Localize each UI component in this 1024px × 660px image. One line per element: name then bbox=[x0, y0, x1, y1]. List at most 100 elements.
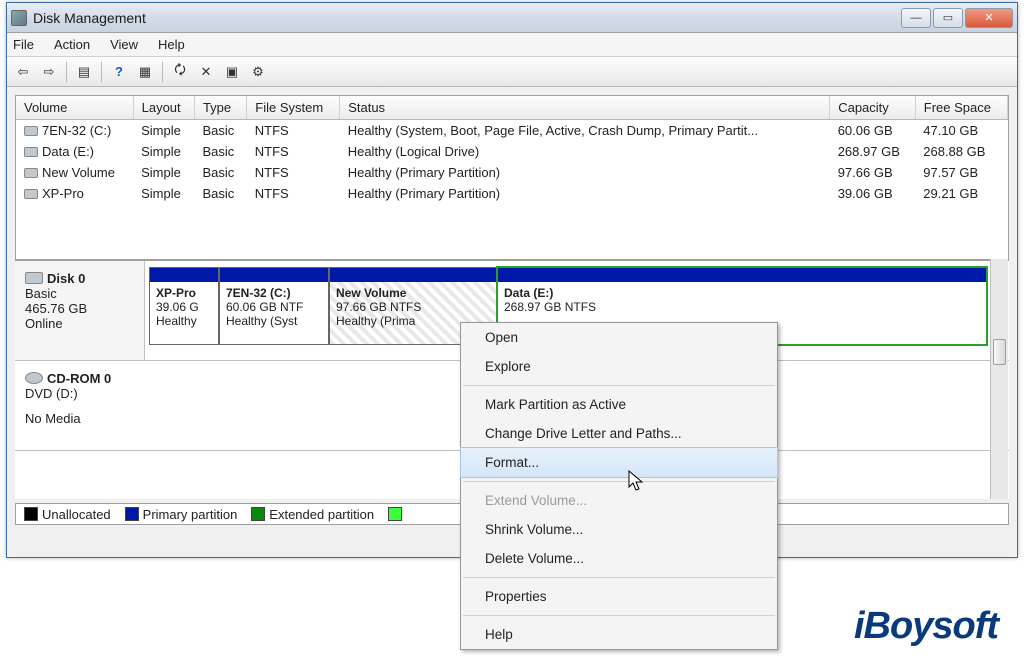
disk-icon bbox=[25, 272, 43, 284]
vol-capacity: 60.06 GB bbox=[830, 120, 916, 142]
col-layout[interactable]: Layout bbox=[133, 96, 194, 120]
panes-button[interactable]: ▤ bbox=[72, 60, 96, 84]
part-name: 7EN-32 (C:) bbox=[226, 286, 322, 300]
vol-type: Basic bbox=[194, 141, 246, 162]
partition-color-bar bbox=[498, 268, 986, 282]
vol-free: 47.10 GB bbox=[915, 120, 1007, 142]
vol-fs: NTFS bbox=[247, 141, 340, 162]
disk-size: 465.76 GB bbox=[25, 301, 134, 316]
menu-separator bbox=[463, 481, 775, 482]
delete-icon[interactable]: ✕ bbox=[194, 60, 218, 84]
help-icon[interactable]: ? bbox=[107, 60, 131, 84]
vol-free: 97.57 GB bbox=[915, 162, 1007, 183]
legend-unallocated: Unallocated bbox=[24, 507, 111, 522]
volume-icon bbox=[24, 168, 38, 178]
menu-file[interactable]: File bbox=[13, 37, 34, 52]
vol-capacity: 39.06 GB bbox=[830, 183, 916, 204]
menu-open[interactable]: Open bbox=[461, 323, 777, 352]
vol-name: Data (E:) bbox=[42, 144, 94, 159]
properties-icon[interactable]: ▣ bbox=[220, 60, 244, 84]
part-name: Data (E:) bbox=[504, 286, 980, 300]
vol-type: Basic bbox=[194, 162, 246, 183]
menu-mark-active[interactable]: Mark Partition as Active bbox=[461, 390, 777, 419]
window-title: Disk Management bbox=[33, 10, 901, 26]
vol-fs: NTFS bbox=[247, 120, 340, 142]
menu-separator bbox=[463, 615, 775, 616]
menu-change-letter[interactable]: Change Drive Letter and Paths... bbox=[461, 419, 777, 448]
volume-icon bbox=[24, 126, 38, 136]
menu-shrink[interactable]: Shrink Volume... bbox=[461, 515, 777, 544]
table-row[interactable]: New VolumeSimpleBasicNTFSHealthy (Primar… bbox=[16, 162, 1008, 183]
table-row[interactable]: Data (E:)SimpleBasicNTFSHealthy (Logical… bbox=[16, 141, 1008, 162]
vol-name: New Volume bbox=[42, 165, 115, 180]
titlebar[interactable]: Disk Management — ▭ ✕ bbox=[7, 3, 1017, 33]
scrollbar-thumb[interactable] bbox=[993, 339, 1006, 365]
logo-text: iBoysoft bbox=[854, 605, 998, 647]
menu-delete[interactable]: Delete Volume... bbox=[461, 544, 777, 573]
menu-action[interactable]: Action bbox=[54, 37, 90, 52]
table-row[interactable]: 7EN-32 (C:)SimpleBasicNTFSHealthy (Syste… bbox=[16, 120, 1008, 142]
partition-7en32-c[interactable]: 7EN-32 (C:) 60.06 GB NTF Healthy (Syst bbox=[219, 267, 329, 345]
context-menu: Open Explore Mark Partition as Active Ch… bbox=[460, 322, 778, 650]
col-status[interactable]: Status bbox=[340, 96, 830, 120]
disk-header[interactable]: Disk 0 Basic 465.76 GB Online bbox=[15, 261, 145, 360]
col-capacity[interactable]: Capacity bbox=[830, 96, 916, 120]
col-fs[interactable]: File System bbox=[247, 96, 340, 120]
partition-color-bar bbox=[330, 268, 496, 282]
cdrom-icon bbox=[25, 372, 43, 384]
forward-button[interactable]: ⇨ bbox=[37, 60, 61, 84]
vol-capacity: 268.97 GB bbox=[830, 141, 916, 162]
menu-extend: Extend Volume... bbox=[461, 486, 777, 515]
part-status: Healthy (Syst bbox=[226, 314, 322, 328]
vol-free: 29.21 GB bbox=[915, 183, 1007, 204]
vol-capacity: 97.66 GB bbox=[830, 162, 916, 183]
back-button[interactable]: ⇦ bbox=[11, 60, 35, 84]
legend-swatch bbox=[125, 507, 139, 521]
legend-extended: Extended partition bbox=[251, 507, 374, 522]
partition-xp-pro[interactable]: XP-Pro 39.06 G Healthy bbox=[149, 267, 219, 345]
minimize-button[interactable]: — bbox=[901, 8, 931, 28]
vol-type: Basic bbox=[194, 120, 246, 142]
menu-separator bbox=[463, 385, 775, 386]
volume-icon bbox=[24, 189, 38, 199]
table-row[interactable]: XP-ProSimpleBasicNTFSHealthy (Primary Pa… bbox=[16, 183, 1008, 204]
toolbar: ⇦ ⇨ ▤ ? ▦ 🗘 ✕ ▣ ⚙ bbox=[7, 57, 1017, 87]
part-name: XP-Pro bbox=[156, 286, 212, 300]
cdrom-header[interactable]: CD-ROM 0 DVD (D:) No Media bbox=[15, 361, 145, 450]
vol-layout: Simple bbox=[133, 183, 194, 204]
legend-primary: Primary partition bbox=[125, 507, 238, 522]
legend-swatch bbox=[24, 507, 38, 521]
part-size: 268.97 GB NTFS bbox=[504, 300, 980, 314]
vol-status: Healthy (Primary Partition) bbox=[340, 183, 830, 204]
window-controls: — ▭ ✕ bbox=[901, 8, 1013, 28]
close-button[interactable]: ✕ bbox=[965, 8, 1013, 28]
toolbar-separator bbox=[66, 62, 67, 82]
settings-icon[interactable]: ⚙ bbox=[246, 60, 270, 84]
details-button[interactable]: ▦ bbox=[133, 60, 157, 84]
col-type[interactable]: Type bbox=[194, 96, 246, 120]
vol-name: 7EN-32 (C:) bbox=[42, 123, 111, 138]
menu-properties[interactable]: Properties bbox=[461, 582, 777, 611]
disk-state: Online bbox=[25, 316, 134, 331]
legend-swatch bbox=[388, 507, 402, 521]
volume-table: Volume Layout Type File System Status Ca… bbox=[16, 96, 1008, 204]
vol-status: Healthy (System, Boot, Page File, Active… bbox=[340, 120, 830, 142]
vol-free: 268.88 GB bbox=[915, 141, 1007, 162]
vol-fs: NTFS bbox=[247, 183, 340, 204]
partition-color-bar bbox=[150, 268, 218, 282]
menu-help[interactable]: Help bbox=[461, 620, 777, 649]
iboysoft-logo: iBoysoft bbox=[854, 605, 998, 648]
cdrom-state: No Media bbox=[25, 411, 135, 426]
menu-help[interactable]: Help bbox=[158, 37, 185, 52]
cdrom-title: CD-ROM 0 bbox=[47, 371, 111, 386]
disk-type: Basic bbox=[25, 286, 134, 301]
menu-format[interactable]: Format... bbox=[460, 447, 778, 478]
menu-explore[interactable]: Explore bbox=[461, 352, 777, 381]
scrollbar[interactable] bbox=[990, 259, 1008, 499]
menu-view[interactable]: View bbox=[110, 37, 138, 52]
refresh-icon[interactable]: 🗘 bbox=[168, 60, 192, 84]
col-volume[interactable]: Volume bbox=[16, 96, 133, 120]
col-free[interactable]: Free Space bbox=[915, 96, 1007, 120]
table-header-row: Volume Layout Type File System Status Ca… bbox=[16, 96, 1008, 120]
maximize-button[interactable]: ▭ bbox=[933, 8, 963, 28]
